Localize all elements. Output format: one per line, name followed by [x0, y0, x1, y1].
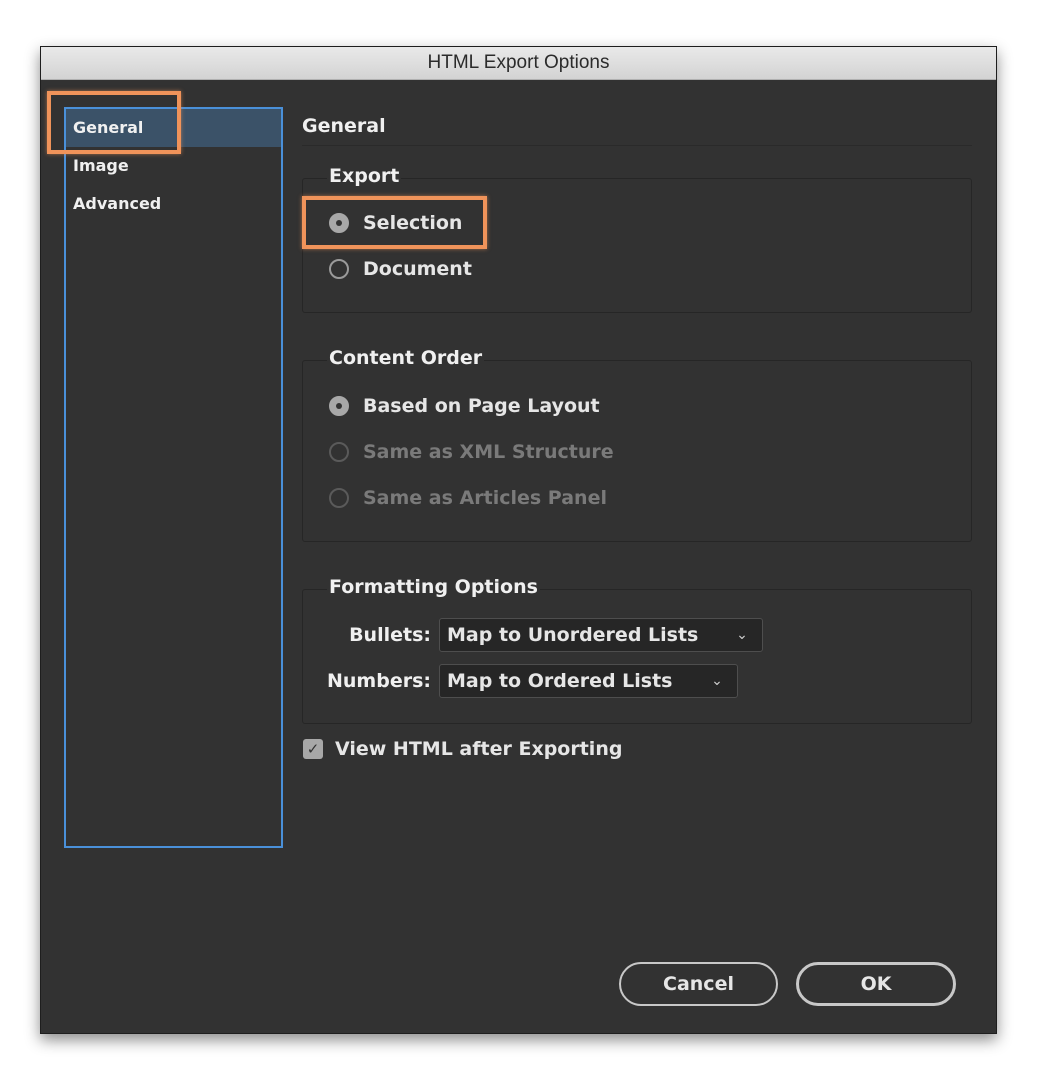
- ok-button[interactable]: OK: [796, 962, 956, 1006]
- bullets-select-value: Map to Unordered Lists: [447, 624, 699, 646]
- radio-same-as-articles-panel: Same as Articles Panel: [329, 485, 607, 511]
- view-html-label: View HTML after Exporting: [335, 738, 623, 760]
- content-order-group: Content Order Based on Page Layout Same …: [302, 347, 972, 542]
- radio-document[interactable]: Document: [329, 256, 472, 282]
- chevron-down-icon: ⌄: [711, 673, 723, 689]
- export-group-title: Export: [327, 165, 402, 187]
- radio-articles-panel-label: Same as Articles Panel: [363, 487, 607, 509]
- radio-unchecked-icon[interactable]: [329, 259, 349, 279]
- highlight-annotation-general: [47, 91, 181, 154]
- section-title: General: [302, 115, 386, 137]
- radio-page-layout-label: Based on Page Layout: [363, 395, 600, 417]
- radio-xml-structure-label: Same as XML Structure: [363, 441, 614, 463]
- bullets-label: Bullets:: [349, 624, 431, 646]
- html-export-options-dialog: HTML Export Options General Image Advanc…: [40, 46, 997, 1034]
- checkmark-icon[interactable]: ✓: [303, 739, 323, 759]
- numbers-select[interactable]: Map to Ordered Lists ⌄: [439, 664, 738, 698]
- section-divider: [302, 145, 972, 146]
- sidebar: General Image Advanced: [64, 107, 283, 848]
- sidebar-item-advanced[interactable]: Advanced: [66, 185, 281, 223]
- radio-based-on-page-layout[interactable]: Based on Page Layout: [329, 393, 600, 419]
- radio-disabled-icon: [329, 488, 349, 508]
- bullets-select[interactable]: Map to Unordered Lists ⌄: [439, 618, 763, 652]
- window-title: HTML Export Options: [41, 47, 996, 80]
- highlight-annotation-selection: [302, 196, 487, 249]
- view-html-after-exporting-checkbox[interactable]: ✓ View HTML after Exporting: [303, 738, 622, 760]
- numbers-label: Numbers:: [327, 670, 431, 692]
- cancel-button[interactable]: Cancel: [619, 962, 778, 1006]
- numbers-select-value: Map to Ordered Lists: [447, 670, 673, 692]
- radio-disabled-icon: [329, 442, 349, 462]
- chevron-down-icon: ⌄: [736, 627, 748, 643]
- radio-checked-icon[interactable]: [329, 396, 349, 416]
- content-order-group-title: Content Order: [327, 347, 485, 369]
- radio-document-label: Document: [363, 258, 472, 280]
- radio-same-as-xml-structure: Same as XML Structure: [329, 439, 614, 465]
- formatting-group-title: Formatting Options: [327, 576, 540, 598]
- formatting-options-group: Formatting Options Bullets: Map to Unord…: [302, 576, 972, 724]
